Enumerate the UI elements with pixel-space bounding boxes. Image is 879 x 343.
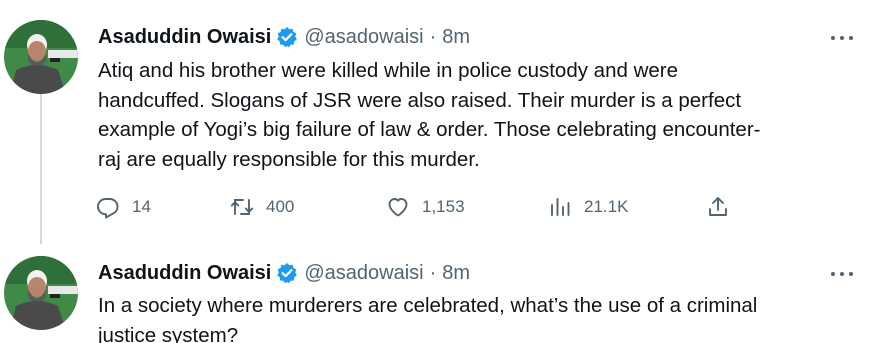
tweet-actions: 14 400 1,153 21.1K [96,193,746,221]
tweet-header: Asaduddin Owaisi @asadowaisi · 8m [98,258,470,288]
like-button[interactable]: 1,153 [386,193,465,221]
verified-badge-icon [276,262,298,284]
retweet-button[interactable]: 400 [230,193,294,221]
timeline-feed: Asaduddin Owaisi @asadowaisi · 8m Atiq a… [0,0,879,343]
views-button[interactable]: 21.1K [548,193,628,221]
like-count: 1,153 [422,197,465,216]
author-handle[interactable]: @asadowaisi [304,26,423,49]
share-button[interactable] [706,193,730,221]
author-name[interactable]: Asaduddin Owaisi [98,262,271,285]
tweet-header: Asaduddin Owaisi @asadowaisi · 8m [98,22,470,52]
timestamp[interactable]: 8m [442,26,470,49]
views-icon [548,195,572,219]
reply-icon [96,195,120,219]
retweet-icon [230,195,254,219]
tweet-text-line: In a society where murderers are celebra… [98,294,758,317]
reply-button[interactable]: 14 [96,193,151,221]
heart-icon [386,195,410,219]
author-name[interactable]: Asaduddin Owaisi [98,26,271,49]
tweet-text-line: raj are equally responsible for this mur… [98,147,480,171]
tweet-text: In a society where murderers are celebra… [98,291,858,343]
more-options-icon[interactable] [831,28,853,48]
share-icon [706,195,730,219]
thread-connector-line [40,92,42,244]
tweet-text-line: Atiq and his brother were killed while i… [98,59,679,82]
avatar[interactable] [4,256,78,330]
tweet-text-line: handcuffed. Slogans of JSR were also rai… [98,88,742,112]
tweet-text-line: example of Yogi’s big failure of law & o… [98,118,761,141]
tweet-text-line: justice system? [98,323,239,343]
avatar[interactable] [4,20,78,94]
reply-count: 14 [132,197,151,216]
separator-dot: · [429,25,437,48]
author-handle[interactable]: @asadowaisi [304,262,423,285]
verified-badge-icon [276,26,298,48]
timestamp[interactable]: 8m [442,262,470,285]
separator-dot: · [429,261,437,284]
views-count: 21.1K [584,197,629,216]
more-options-icon[interactable] [831,264,853,284]
retweet-count: 400 [266,197,295,216]
tweet-text: Atiq and his brother were killed while i… [98,56,858,174]
